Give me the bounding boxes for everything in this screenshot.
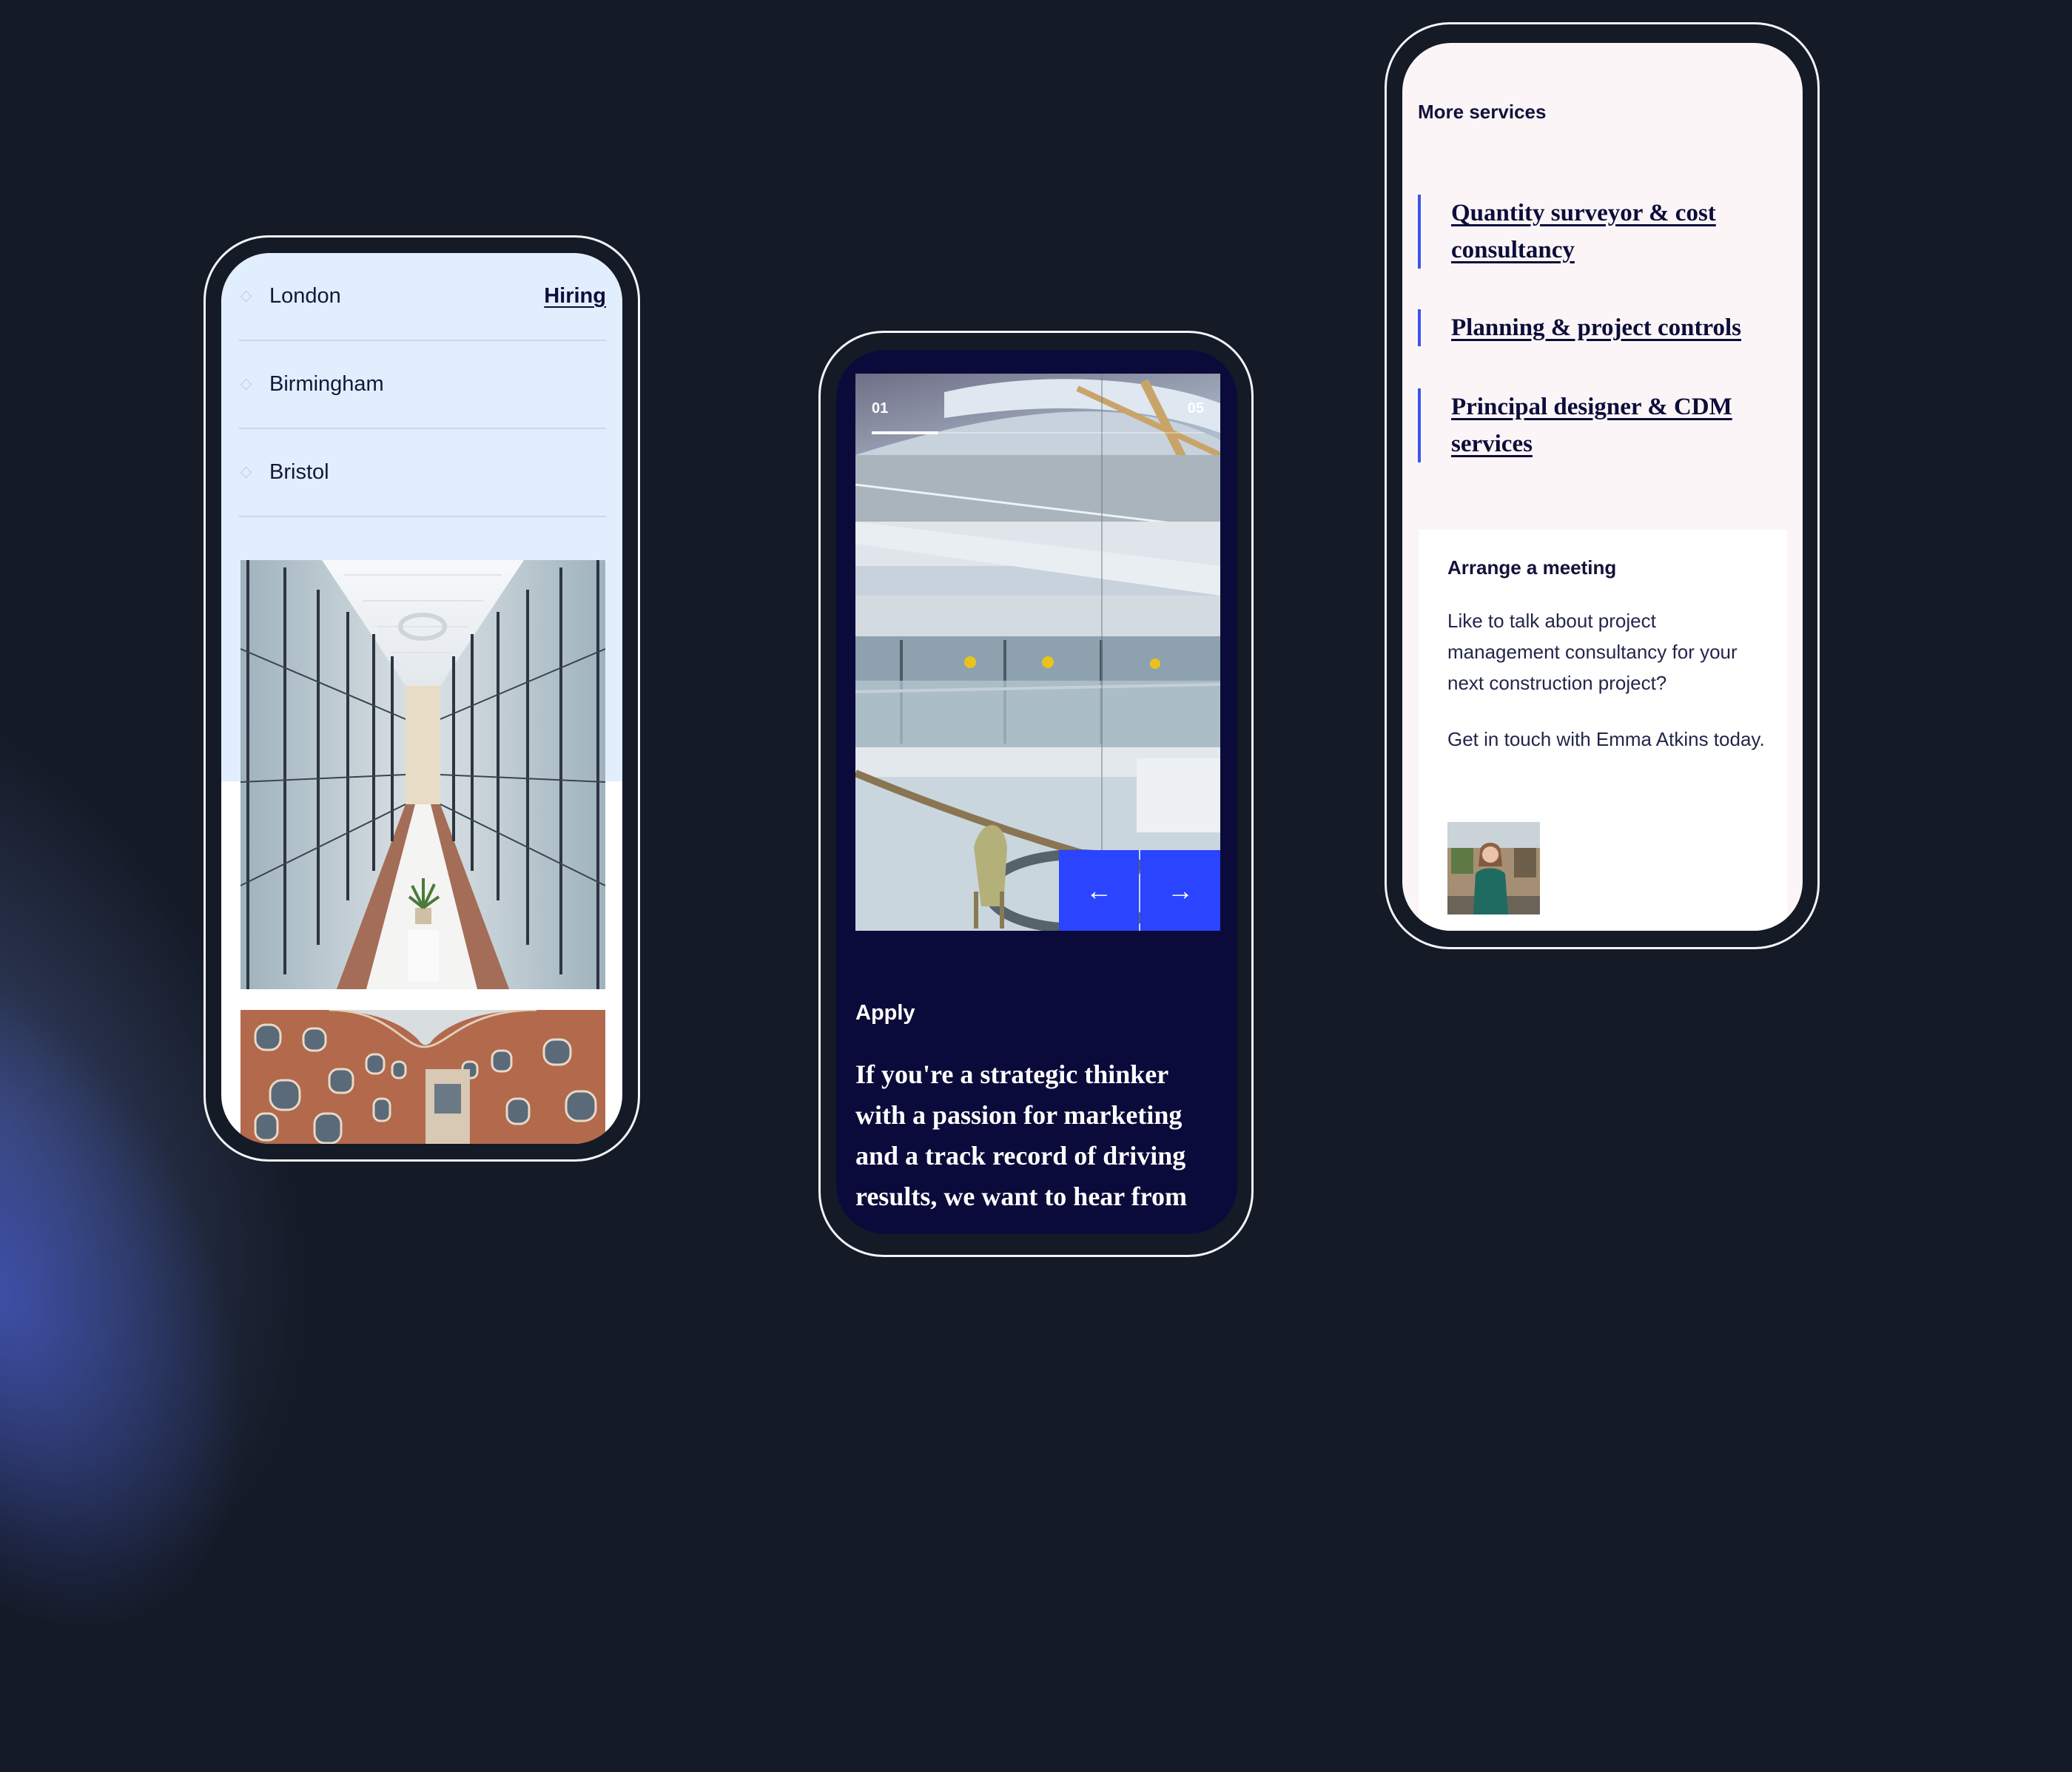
phone-careers: 01 05 ← → Apply If you're a strategic th…: [818, 331, 1254, 1257]
service-link-quantity-surveyor[interactable]: Quantity surveyor & cost consultancy: [1451, 200, 1716, 263]
phone-screen: More services Quantity surveyor & cost c…: [1402, 43, 1803, 931]
phone-locations: London Hiring Birmingham Bristol: [204, 235, 640, 1162]
service-item: Planning & project controls: [1418, 309, 1773, 346]
atrium-photo: [240, 560, 605, 989]
image-slider[interactable]: 01 05 ← →: [855, 374, 1220, 931]
phone-screen: 01 05 ← → Apply If you're a strategic th…: [836, 350, 1237, 1234]
hiring-link[interactable]: Hiring: [544, 284, 606, 309]
brick-building-photo: [240, 1010, 605, 1144]
location-list: London Hiring Birmingham Bristol: [239, 253, 606, 517]
atrium-illustration: [240, 560, 605, 989]
arrow-right-icon: →: [1167, 875, 1194, 906]
location-name: Bristol: [269, 460, 329, 484]
meeting-contact: Get in touch with Emma Atkins today.: [1447, 728, 1765, 750]
more-services-title: More services: [1418, 101, 1547, 123]
next-slide-button[interactable]: →: [1140, 850, 1220, 931]
apply-description: If you're a strategic thinker with a pas…: [855, 1060, 1187, 1211]
brick-building-illustration: [240, 1010, 605, 1144]
location-item-birmingham[interactable]: Birmingham: [239, 341, 606, 429]
service-link-principal-designer[interactable]: Principal designer & CDM services: [1451, 394, 1732, 457]
diamond-icon: [240, 378, 252, 391]
slide-total: 05: [1187, 400, 1204, 417]
service-link-planning[interactable]: Planning & project controls: [1451, 314, 1741, 341]
slide-progress-track: [872, 431, 1204, 434]
slide-progress-fill: [872, 431, 938, 434]
service-item: Principal designer & CDM services: [1418, 388, 1773, 462]
apply-heading: Apply: [855, 1001, 915, 1025]
avatar: [1447, 822, 1540, 914]
previous-slide-button[interactable]: ←: [1059, 850, 1139, 931]
emma-atkins-photo: [1447, 822, 1540, 914]
arrange-meeting-card: Arrange a meeting Like to talk about pro…: [1419, 530, 1787, 931]
location-name: Birmingham: [269, 372, 384, 396]
diamond-icon: [240, 466, 252, 479]
arrow-left-icon: ←: [1086, 875, 1112, 906]
slide-current: 01: [872, 400, 889, 417]
diamond-icon: [240, 290, 252, 303]
phone-services: More services Quantity surveyor & cost c…: [1385, 22, 1820, 949]
location-item-london[interactable]: London Hiring: [239, 253, 606, 341]
location-name: London: [269, 284, 341, 308]
phone-screen: London Hiring Birmingham Bristol: [221, 253, 622, 1144]
service-item: Quantity surveyor & cost consultancy: [1418, 195, 1773, 269]
meeting-body: Like to talk about project management co…: [1447, 610, 1738, 694]
location-item-bristol[interactable]: Bristol: [239, 429, 606, 517]
office-atrium-illustration: [855, 374, 1220, 931]
meeting-heading: Arrange a meeting: [1447, 556, 1617, 579]
